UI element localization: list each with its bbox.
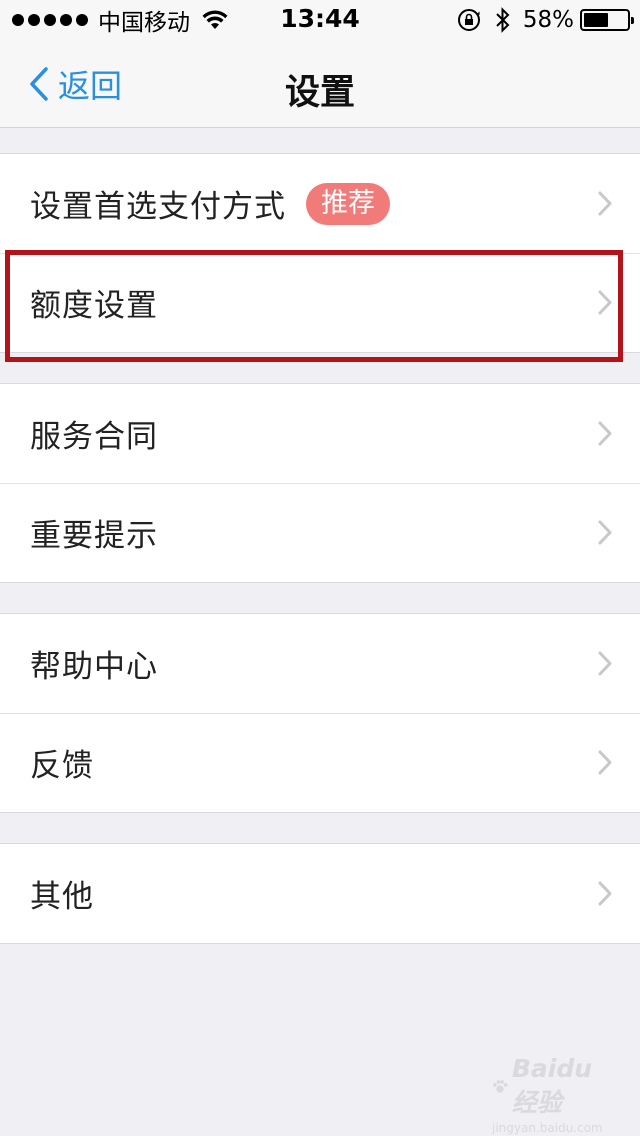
navigation-bar: 返回 设置 <box>0 40 640 128</box>
screen: 中国移动 13:44 58% 返回 设置 设置首选支付方式 推荐 额度设置 服务… <box>0 0 640 1136</box>
settings-group-help: 帮助中心 反馈 <box>0 613 640 813</box>
row-label: 反馈 <box>30 748 94 784</box>
watermark: Baidu 经验 jingyan.baidu.com <box>492 1054 612 1135</box>
row-label: 设置首选支付方式 <box>30 189 286 225</box>
battery-icon <box>580 9 634 31</box>
row-important-notice[interactable]: 重要提示 <box>0 483 640 582</box>
row-preferred-payment[interactable]: 设置首选支付方式 推荐 <box>0 154 640 253</box>
row-label: 帮助中心 <box>30 649 158 685</box>
status-right: 58% <box>457 5 634 35</box>
chevron-right-icon <box>598 750 612 775</box>
settings-group-payment: 设置首选支付方式 推荐 额度设置 <box>0 153 640 353</box>
chevron-right-icon <box>598 881 612 906</box>
watermark-brand-row: Baidu 经验 <box>492 1054 612 1119</box>
row-label: 服务合同 <box>30 419 158 455</box>
row-other[interactable]: 其他 <box>0 844 640 943</box>
battery-percent: 58% <box>522 7 574 33</box>
orientation-lock-icon <box>457 9 480 31</box>
battery-fill <box>584 13 609 27</box>
row-help-center[interactable]: 帮助中心 <box>0 614 640 713</box>
chevron-right-icon <box>598 651 612 676</box>
watermark-brand: Baidu 经验 <box>511 1054 593 1117</box>
row-label: 额度设置 <box>30 288 158 324</box>
status-bar: 中国移动 13:44 58% <box>0 0 640 40</box>
chevron-right-icon <box>598 421 612 446</box>
row-service-contract[interactable]: 服务合同 <box>0 384 640 483</box>
settings-group-contract: 服务合同 重要提示 <box>0 383 640 583</box>
page-title: 设置 <box>284 73 355 113</box>
chevron-right-icon <box>598 520 612 545</box>
chevron-right-icon <box>598 191 612 216</box>
row-feedback[interactable]: 反馈 <box>0 713 640 812</box>
row-limit-settings[interactable]: 额度设置 <box>0 253 640 352</box>
settings-group-other: 其他 <box>0 843 640 944</box>
recommend-badge: 推荐 <box>306 182 390 225</box>
paw-icon <box>493 1079 508 1093</box>
row-label: 其他 <box>30 879 94 915</box>
chevron-right-icon <box>598 290 612 315</box>
bluetooth-icon <box>496 7 510 33</box>
watermark-site: jingyan.baidu.com <box>492 1121 603 1135</box>
row-label: 重要提示 <box>30 518 158 554</box>
